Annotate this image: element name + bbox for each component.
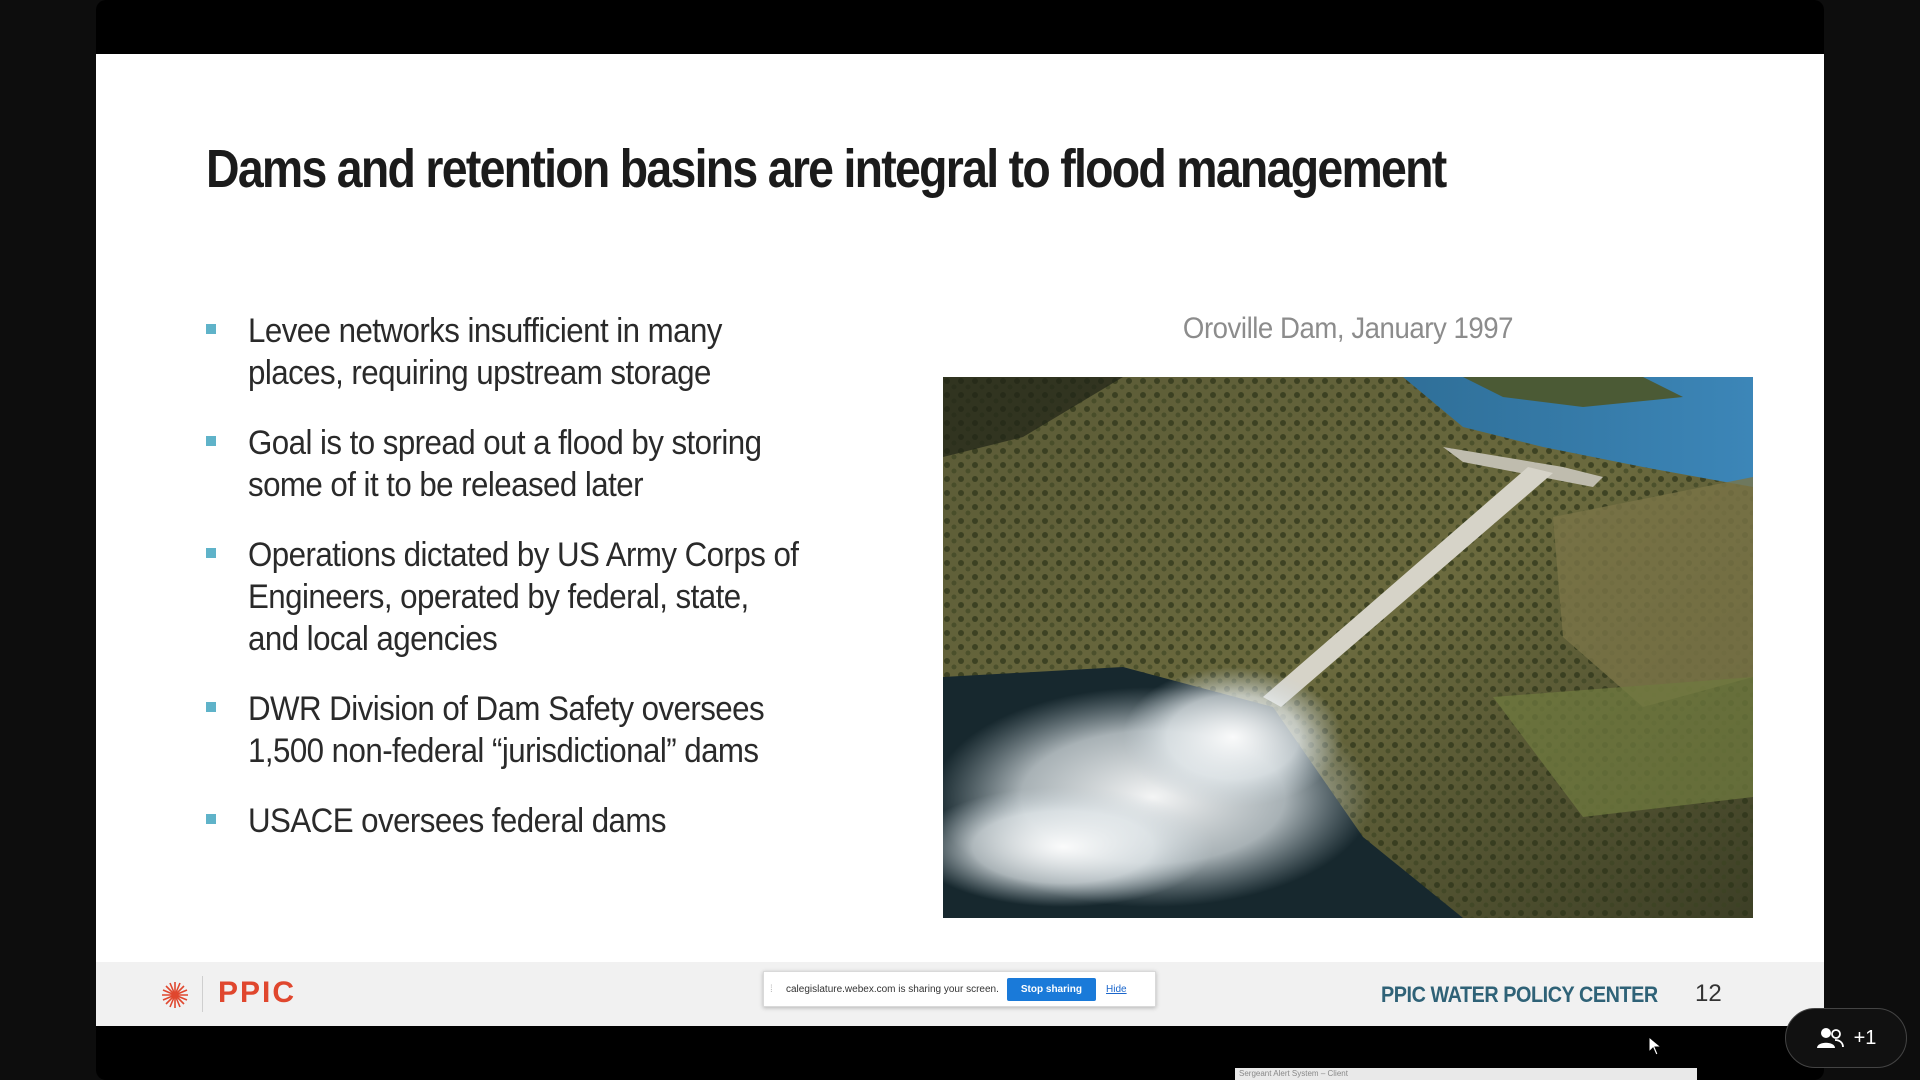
bullet-marker	[206, 702, 216, 712]
hide-link[interactable]: Hide	[1106, 984, 1127, 995]
mouse-cursor-icon	[1648, 1036, 1662, 1056]
bullet-marker	[206, 324, 216, 334]
bullet-marker	[206, 436, 216, 446]
bullet-list: Levee networks insufficient in many plac…	[206, 310, 926, 870]
dam-photo	[943, 377, 1753, 918]
bullet-text: DWR Division of Dam Safety oversees 1,50…	[248, 690, 765, 770]
screen-share-bar[interactable]: ⁞ calegislature.webex.com is sharing you…	[763, 971, 1156, 1007]
list-item: Operations dictated by US Army Corps of …	[206, 534, 926, 660]
bullet-marker	[206, 814, 216, 824]
page-number: 12	[1695, 980, 1722, 1007]
bullet-text: Operations dictated by US Army Corps of …	[248, 536, 799, 658]
list-item: Levee networks insufficient in many plac…	[206, 310, 926, 394]
bullet-text: Goal is to spread out a flood by storing…	[248, 424, 762, 504]
logo-divider	[202, 976, 203, 1012]
meeting-window: Dams and retention basins are integral t…	[0, 0, 1920, 1080]
photo-caption: Oroville Dam, January 1997	[1182, 312, 1514, 345]
drag-handle-icon[interactable]: ⁞	[770, 984, 782, 995]
bullet-text: USACE oversees federal dams	[248, 802, 667, 840]
bullet-text: Levee networks insufficient in many plac…	[248, 312, 722, 392]
participants-button[interactable]: +1	[1785, 1008, 1907, 1068]
footer-org-name: PPIC WATER POLICY CENTER	[1381, 982, 1658, 1007]
participant-count: +1	[1853, 1026, 1877, 1049]
ppic-starburst-icon	[162, 982, 188, 1008]
list-item: USACE oversees federal dams	[206, 800, 926, 842]
bullet-marker	[206, 548, 216, 558]
people-icon	[1816, 1028, 1844, 1048]
background-window-title: Sergeant Alert System – Client	[1235, 1068, 1697, 1080]
stop-sharing-button[interactable]: Stop sharing	[1006, 977, 1097, 1001]
share-status-text: calegislature.webex.com is sharing your …	[786, 983, 999, 995]
presentation-slide: Dams and retention basins are integral t…	[96, 54, 1824, 1026]
list-item: DWR Division of Dam Safety oversees 1,50…	[206, 688, 926, 772]
list-item: Goal is to spread out a flood by storing…	[206, 422, 926, 506]
slide-title: Dams and retention basins are integral t…	[206, 139, 1447, 199]
ppic-logo: PPIC	[218, 976, 297, 1009]
